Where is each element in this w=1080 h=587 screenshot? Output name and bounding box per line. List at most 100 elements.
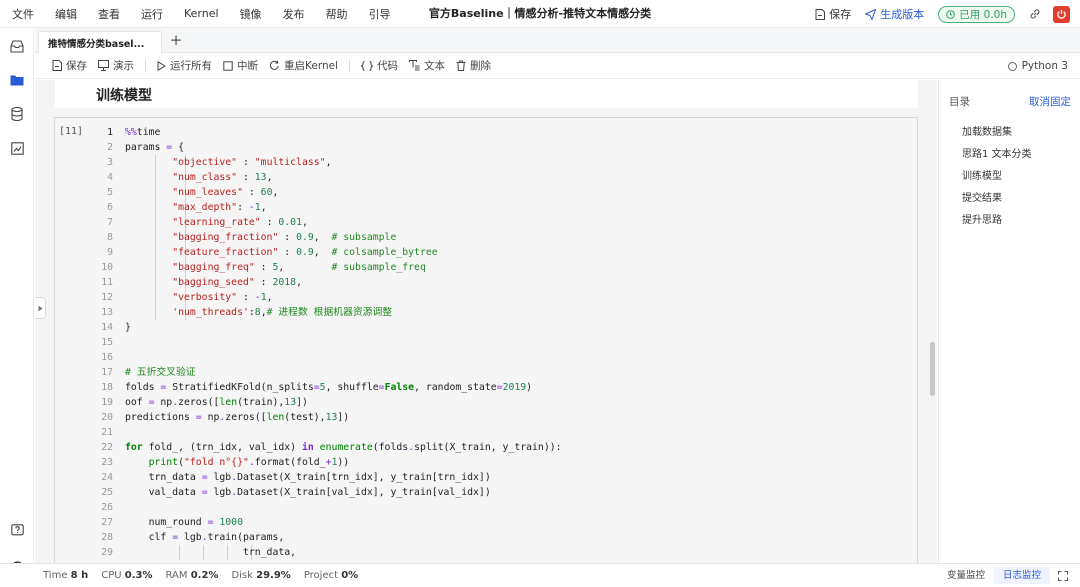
menu-edit[interactable]: 编辑 [55, 6, 77, 22]
code-line: 1 %%time [55, 125, 917, 140]
menu-file[interactable]: 文件 [12, 6, 34, 22]
folder-icon[interactable] [8, 71, 26, 89]
toc-item-train-model[interactable]: 训练模型 [962, 167, 1002, 182]
generate-version-button[interactable]: 生成版本 [865, 6, 924, 22]
save-menu-button[interactable]: 保存 [815, 6, 851, 22]
code-line: 5 "num_leaves" : 60, [55, 185, 917, 200]
code-line: 28 clf = lgb.train(params, [55, 530, 917, 545]
toolbar-save-label: 保存 [66, 60, 87, 72]
code-line: 12 "verbosity" : -1, [55, 290, 917, 305]
code-line: 16 [55, 350, 917, 365]
code-line: 10 "bagging_freq" : 5, # subsample_freq [55, 260, 917, 275]
markdown-cell[interactable]: 训练模型 [55, 80, 918, 108]
toolbar-interrupt-button[interactable]: 中断 [223, 58, 258, 73]
menu-run[interactable]: 运行 [141, 6, 163, 22]
code-line: 2 params = { [55, 140, 917, 155]
left-sidebar [0, 28, 34, 574]
line-number: 29 [101, 547, 113, 558]
save-icon [52, 60, 62, 71]
line-number: 19 [101, 397, 113, 408]
status-project: Project 0% [303, 570, 359, 581]
toolbar-restart-kernel-label: 重启Kernel [284, 60, 338, 72]
toolbar-text-button[interactable]: 文本 [409, 58, 445, 73]
line-number: 22 [101, 442, 113, 453]
add-tab-button[interactable]: + [167, 31, 185, 49]
toc-item-submit-results[interactable]: 提交结果 [962, 189, 1002, 204]
menu-view[interactable]: 查看 [98, 6, 120, 22]
menu-kernel[interactable]: Kernel [184, 7, 219, 20]
code-line: 23 print("fold n°{}".format(fold_+1)) [55, 455, 917, 470]
menu-right-actions: 保存 生成版本 已用 0.0h [801, 0, 1070, 28]
toolbar-text-label: 文本 [424, 60, 445, 72]
status-ram: RAM 0.2% [165, 570, 219, 581]
menu-publish[interactable]: 发布 [283, 6, 305, 22]
expand-sidebar-toggle[interactable] [35, 297, 46, 319]
toolbar-run-all-label: 运行所有 [170, 60, 212, 72]
text-icon [409, 60, 420, 71]
code-line: 4 "num_class" : 13, [55, 170, 917, 185]
code-line: 13 'num_threads':8,# 进程数 根据机器资源调整 [55, 305, 917, 320]
code-line: 29 trn_data, [55, 545, 917, 560]
send-icon [865, 8, 877, 20]
presentation-icon [98, 60, 109, 71]
toolbar-delete-button[interactable]: 删除 [456, 58, 491, 73]
variable-monitor-button[interactable]: 变量监控 [938, 567, 994, 584]
line-number: 18 [101, 382, 113, 393]
notebook-scrollbar[interactable] [930, 342, 935, 396]
toc-item-improvement-ideas[interactable]: 提升思路 [962, 211, 1002, 226]
menu-image[interactable]: 镜像 [240, 6, 262, 22]
menu-guide[interactable]: 引导 [369, 6, 391, 22]
inbox-icon[interactable] [8, 37, 26, 55]
code-line: 6 "max_depth": -1, [55, 200, 917, 215]
chart-panel-icon[interactable] [8, 139, 26, 157]
code-line: 27 num_round = 1000 [55, 515, 917, 530]
line-number: 10 [101, 262, 113, 273]
section-heading: 训练模型 [96, 88, 152, 104]
line-number: 25 [101, 487, 113, 498]
shutdown-button[interactable] [1053, 5, 1070, 23]
line-number: 7 [107, 217, 113, 228]
line-number: 14 [101, 322, 113, 333]
toolbar-restart-kernel-button[interactable]: 重启Kernel [269, 58, 338, 73]
code-braces-icon [361, 60, 373, 71]
toc-item-text-classification[interactable]: 思路1 文本分类 [962, 145, 1032, 160]
toolbar-code-label: 代码 [377, 60, 398, 72]
line-number: 11 [101, 277, 113, 288]
line-number: 26 [101, 502, 113, 513]
usage-text: 已用 0.0h [959, 8, 1007, 21]
toc-item-load-dataset[interactable]: 加载数据集 [962, 123, 1012, 138]
notebook-toolbar: 保存 演示 运行所有 中断 重启Kernel 代码 文本 删除 Python 3 [35, 53, 1080, 79]
toolbar-code-button[interactable]: 代码 [361, 58, 398, 73]
share-link-button[interactable] [1027, 6, 1043, 22]
toolbar-save-button[interactable]: 保存 [52, 58, 87, 73]
code-line: 15 [55, 335, 917, 350]
file-tab-notebook[interactable]: 推特情感分类basel... [38, 31, 162, 53]
code-line: 21 [55, 425, 917, 440]
line-number: 23 [101, 457, 113, 468]
file-tab-bar: 推特情感分类basel... + [35, 28, 1080, 53]
log-monitor-button[interactable]: 日志监控 [993, 567, 1050, 584]
code-editor[interactable]: 1 %%time 2 params = { 3 "objective" : "mul… [55, 125, 917, 560]
code-line: 26 [55, 500, 917, 515]
expand-icon [1058, 570, 1068, 581]
expand-panel-button[interactable] [1056, 569, 1070, 583]
line-number: 6 [107, 202, 113, 213]
status-bar: Time 8 h CPU 0.3% RAM 0.2% Disk 29.9% Pr… [0, 563, 1080, 587]
code-line: 7 "learning_rate" : 0.01, [55, 215, 917, 230]
line-number: 9 [107, 247, 113, 258]
toolbar-present-button[interactable]: 演示 [98, 58, 134, 73]
menu-help[interactable]: 帮助 [326, 6, 348, 22]
toolbar-run-all-button[interactable]: 运行所有 [157, 58, 212, 73]
line-number: 1 [107, 127, 113, 138]
kernel-status[interactable]: Python 3 [1007, 53, 1068, 79]
code-line: 25 val_data = lgb.Dataset(X_train[val_id… [55, 485, 917, 500]
status-time: Time 8 h [43, 570, 89, 581]
clock-icon [946, 9, 956, 19]
database-icon[interactable] [8, 105, 26, 123]
restart-icon [269, 60, 279, 70]
toc-unpin-button[interactable]: 取消固定 [1029, 94, 1071, 109]
help-icon[interactable] [8, 521, 26, 539]
code-cell[interactable]: [11] 1 %%time 2 params = { 3 "objective" :… [54, 117, 918, 563]
kernel-idle-icon [1007, 61, 1017, 71]
status-cpu: CPU 0.3% [101, 570, 153, 581]
